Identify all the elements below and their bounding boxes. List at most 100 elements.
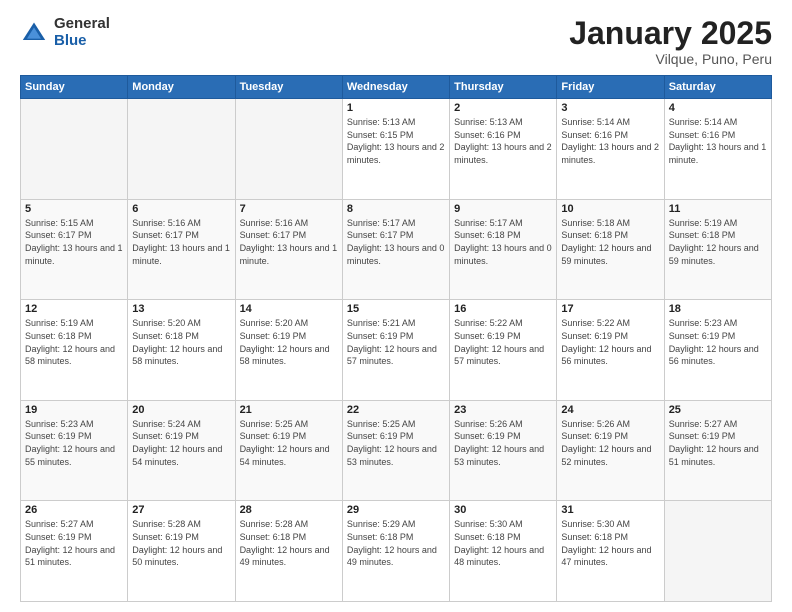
day-number: 1: [347, 102, 445, 114]
calendar-cell: 23 Sunrise: 5:26 AMSunset: 6:19 PMDayligh…: [450, 400, 557, 501]
calendar-cell: 9 Sunrise: 5:17 AMSunset: 6:18 PMDaylight…: [450, 199, 557, 300]
day-number: 7: [240, 203, 338, 215]
calendar-cell: 19 Sunrise: 5:23 AMSunset: 6:19 PMDayligh…: [21, 400, 128, 501]
calendar-cell: 7 Sunrise: 5:16 AMSunset: 6:17 PMDaylight…: [235, 199, 342, 300]
calendar-cell: 20Sunrise: 5:24 AMSunset: 6:19 PMDayligh…: [128, 400, 235, 501]
logo: General Blue: [20, 16, 110, 49]
weekday-header: Monday: [128, 76, 235, 99]
day-number: 10: [561, 203, 659, 215]
weekday-header: Tuesday: [235, 76, 342, 99]
calendar-cell: 14 Sunrise: 5:20 AMSunset: 6:19 PMDayligh…: [235, 300, 342, 401]
day-info: Sunrise: 5:15 AMSunset: 6:17 PMDaylight:…: [25, 217, 123, 267]
day-number: 31: [561, 504, 659, 516]
page: General Blue January 2025 Vilque, Puno, …: [0, 0, 792, 612]
calendar-cell: 28 Sunrise: 5:28 AMSunset: 6:18 PMDayligh…: [235, 501, 342, 602]
day-info: Sunrise: 5:20 AMSunset: 6:19 PMDaylight:…: [240, 317, 338, 367]
day-info: Sunrise: 5:27 AMSunset: 6:19 PMDaylight:…: [25, 518, 123, 568]
calendar-cell: 22 Sunrise: 5:25 AMSunset: 6:19 PMDayligh…: [342, 400, 449, 501]
weekday-header: Friday: [557, 76, 664, 99]
calendar-cell: 4Sunrise: 5:14 AMSunset: 6:16 PMDaylight…: [664, 99, 771, 200]
calendar-cell: 2 Sunrise: 5:13 AMSunset: 6:16 PMDaylight…: [450, 99, 557, 200]
calendar-week-row: 12 Sunrise: 5:19 AMSunset: 6:18 PMDayligh…: [21, 300, 772, 401]
location: Vilque, Puno, Peru: [569, 51, 772, 67]
day-number: 29: [347, 504, 445, 516]
logo-text: General Blue: [54, 16, 110, 49]
header: General Blue January 2025 Vilque, Puno, …: [20, 16, 772, 67]
day-number: 21: [240, 404, 338, 416]
calendar-week-row: 26Sunrise: 5:27 AMSunset: 6:19 PMDayligh…: [21, 501, 772, 602]
day-info: Sunrise: 5:26 AMSunset: 6:19 PMDaylight:…: [561, 418, 659, 468]
day-info: Sunrise: 5:25 AMSunset: 6:19 PMDaylight:…: [240, 418, 338, 468]
day-info: Sunrise: 5:30 AMSunset: 6:18 PMDaylight:…: [561, 518, 659, 568]
day-info: Sunrise: 5:29 AMSunset: 6:18 PMDaylight:…: [347, 518, 445, 568]
day-number: 2: [454, 102, 552, 114]
day-info: Sunrise: 5:16 AMSunset: 6:17 PMDaylight:…: [240, 217, 338, 267]
day-number: 30: [454, 504, 552, 516]
calendar-cell: 5Sunrise: 5:15 AMSunset: 6:17 PMDaylight…: [21, 199, 128, 300]
day-info: Sunrise: 5:19 AMSunset: 6:18 PMDaylight:…: [669, 217, 767, 267]
logo-icon: [20, 19, 48, 47]
day-info: Sunrise: 5:27 AMSunset: 6:19 PMDaylight:…: [669, 418, 767, 468]
day-info: Sunrise: 5:18 AMSunset: 6:18 PMDaylight:…: [561, 217, 659, 267]
weekday-header: Sunday: [21, 76, 128, 99]
day-number: 3: [561, 102, 659, 114]
day-info: Sunrise: 5:20 AMSunset: 6:18 PMDaylight:…: [132, 317, 230, 367]
calendar-cell: 12 Sunrise: 5:19 AMSunset: 6:18 PMDayligh…: [21, 300, 128, 401]
calendar-cell: 1 Sunrise: 5:13 AMSunset: 6:15 PMDaylight…: [342, 99, 449, 200]
calendar-cell: 30 Sunrise: 5:30 AMSunset: 6:18 PMDayligh…: [450, 501, 557, 602]
calendar-cell: [664, 501, 771, 602]
day-info: Sunrise: 5:22 AMSunset: 6:19 PMDaylight:…: [561, 317, 659, 367]
day-number: 9: [454, 203, 552, 215]
calendar-cell: 6 Sunrise: 5:16 AMSunset: 6:17 PMDaylight…: [128, 199, 235, 300]
calendar-cell: 21 Sunrise: 5:25 AMSunset: 6:19 PMDayligh…: [235, 400, 342, 501]
day-number: 25: [669, 404, 767, 416]
calendar-week-row: 19 Sunrise: 5:23 AMSunset: 6:19 PMDayligh…: [21, 400, 772, 501]
calendar-cell: 26Sunrise: 5:27 AMSunset: 6:19 PMDayligh…: [21, 501, 128, 602]
day-info: Sunrise: 5:23 AMSunset: 6:19 PMDaylight:…: [669, 317, 767, 367]
calendar-cell: 27Sunrise: 5:28 AMSunset: 6:19 PMDayligh…: [128, 501, 235, 602]
day-number: 8: [347, 203, 445, 215]
calendar-cell: 11Sunrise: 5:19 AMSunset: 6:18 PMDayligh…: [664, 199, 771, 300]
day-info: Sunrise: 5:17 AMSunset: 6:18 PMDaylight:…: [454, 217, 552, 267]
calendar-cell: 29 Sunrise: 5:29 AMSunset: 6:18 PMDayligh…: [342, 501, 449, 602]
calendar: SundayMondayTuesdayWednesdayThursdayFrid…: [20, 75, 772, 602]
day-info: Sunrise: 5:26 AMSunset: 6:19 PMDaylight:…: [454, 418, 552, 468]
day-info: Sunrise: 5:22 AMSunset: 6:19 PMDaylight:…: [454, 317, 552, 367]
day-number: 17: [561, 303, 659, 315]
calendar-cell: 16Sunrise: 5:22 AMSunset: 6:19 PMDayligh…: [450, 300, 557, 401]
day-number: 20: [132, 404, 230, 416]
day-number: 18: [669, 303, 767, 315]
day-number: 28: [240, 504, 338, 516]
logo-blue: Blue: [54, 33, 110, 50]
day-number: 22: [347, 404, 445, 416]
day-info: Sunrise: 5:30 AMSunset: 6:18 PMDaylight:…: [454, 518, 552, 568]
day-info: Sunrise: 5:28 AMSunset: 6:19 PMDaylight:…: [132, 518, 230, 568]
day-info: Sunrise: 5:16 AMSunset: 6:17 PMDaylight:…: [132, 217, 230, 267]
day-info: Sunrise: 5:17 AMSunset: 6:17 PMDaylight:…: [347, 217, 445, 267]
calendar-cell: 10 Sunrise: 5:18 AMSunset: 6:18 PMDayligh…: [557, 199, 664, 300]
month-title: January 2025: [569, 16, 772, 51]
day-number: 6: [132, 203, 230, 215]
calendar-cell: 3Sunrise: 5:14 AMSunset: 6:16 PMDaylight…: [557, 99, 664, 200]
day-info: Sunrise: 5:19 AMSunset: 6:18 PMDaylight:…: [25, 317, 123, 367]
calendar-cell: 31 Sunrise: 5:30 AMSunset: 6:18 PMDayligh…: [557, 501, 664, 602]
day-number: 12: [25, 303, 123, 315]
day-info: Sunrise: 5:13 AMSunset: 6:16 PMDaylight:…: [454, 116, 552, 166]
day-number: 19: [25, 404, 123, 416]
day-info: Sunrise: 5:28 AMSunset: 6:18 PMDaylight:…: [240, 518, 338, 568]
calendar-cell: 15Sunrise: 5:21 AMSunset: 6:19 PMDayligh…: [342, 300, 449, 401]
calendar-cell: 18 Sunrise: 5:23 AMSunset: 6:19 PMDayligh…: [664, 300, 771, 401]
calendar-week-row: 5Sunrise: 5:15 AMSunset: 6:17 PMDaylight…: [21, 199, 772, 300]
day-number: 23: [454, 404, 552, 416]
calendar-cell: 13Sunrise: 5:20 AMSunset: 6:18 PMDayligh…: [128, 300, 235, 401]
title-section: January 2025 Vilque, Puno, Peru: [569, 16, 772, 67]
day-number: 14: [240, 303, 338, 315]
day-info: Sunrise: 5:14 AMSunset: 6:16 PMDaylight:…: [669, 116, 767, 166]
day-info: Sunrise: 5:25 AMSunset: 6:19 PMDaylight:…: [347, 418, 445, 468]
day-info: Sunrise: 5:23 AMSunset: 6:19 PMDaylight:…: [25, 418, 123, 468]
day-info: Sunrise: 5:21 AMSunset: 6:19 PMDaylight:…: [347, 317, 445, 367]
day-number: 24: [561, 404, 659, 416]
weekday-header: Thursday: [450, 76, 557, 99]
weekday-header: Saturday: [664, 76, 771, 99]
day-info: Sunrise: 5:13 AMSunset: 6:15 PMDaylight:…: [347, 116, 445, 166]
